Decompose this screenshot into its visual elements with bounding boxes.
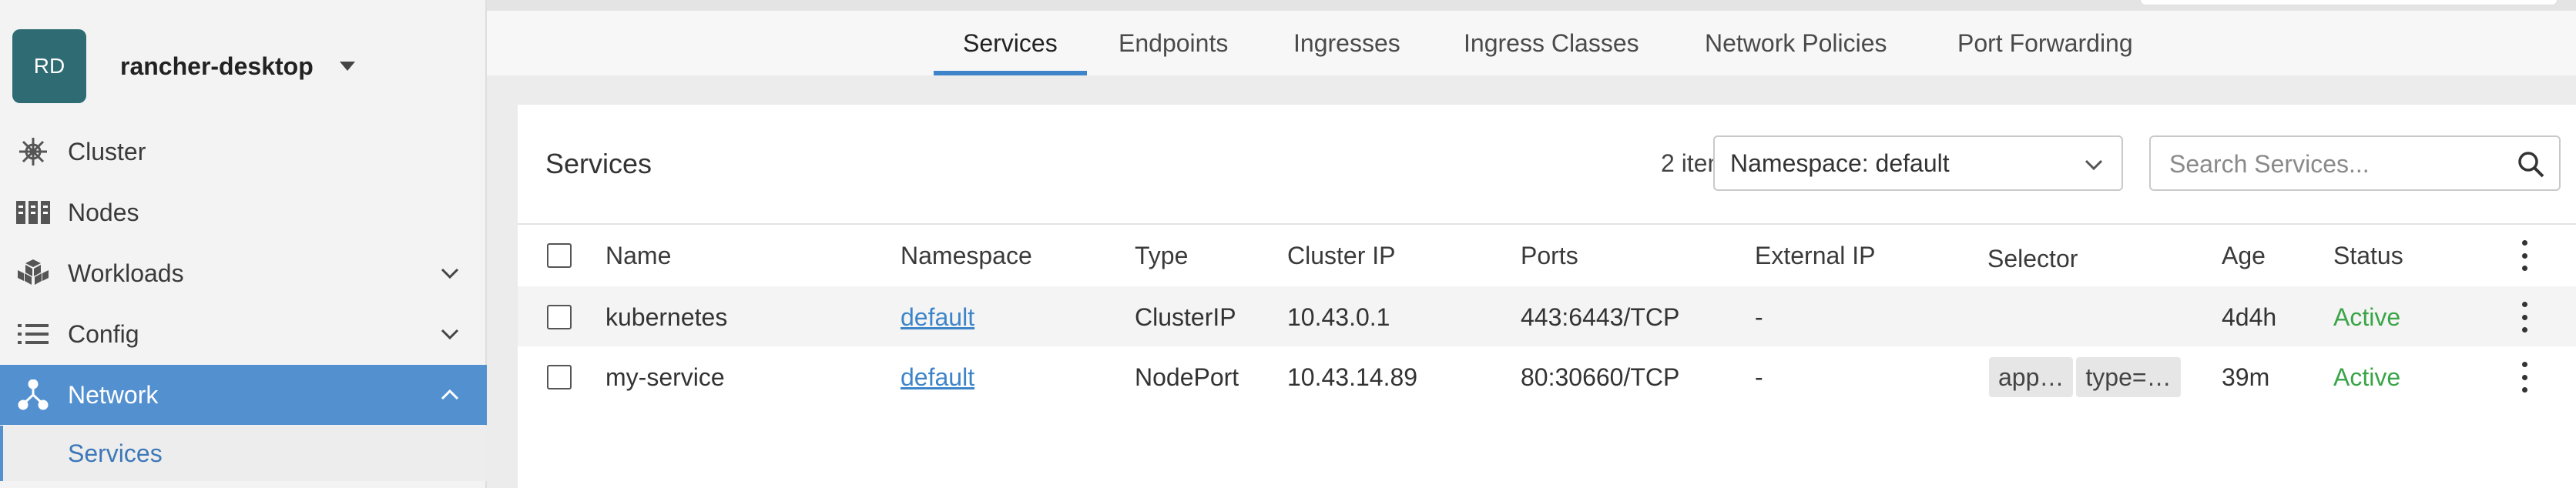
column-header-status[interactable]: Status bbox=[2333, 225, 2403, 286]
select-all-checkbox[interactable] bbox=[547, 243, 572, 268]
helm-wheel-icon bbox=[15, 134, 51, 169]
column-header-ports[interactable]: Ports bbox=[1521, 225, 1578, 286]
row-checkbox[interactable] bbox=[547, 305, 572, 329]
sidebar-subitem-label: Services bbox=[68, 439, 163, 467]
network-icon bbox=[15, 377, 51, 413]
column-header-cluster-ip[interactable]: Cluster IP bbox=[1287, 225, 1395, 286]
service-type: ClusterIP bbox=[1135, 302, 1236, 331]
tab-network-policies[interactable]: Network Policies bbox=[1705, 11, 1887, 75]
selector-tags: app… type=… bbox=[1989, 346, 2184, 408]
caret-down-icon[interactable] bbox=[339, 62, 355, 71]
table-header: Name Namespace Type Cluster IP Ports Ext… bbox=[518, 223, 2576, 285]
tab-ingress-classes[interactable]: Ingress Classes bbox=[1464, 11, 1639, 75]
chevron-down-icon[interactable] bbox=[434, 258, 465, 289]
cluster-switcher[interactable]: RD rancher-desktop bbox=[12, 28, 355, 105]
cubes-icon bbox=[15, 256, 51, 291]
search-box[interactable] bbox=[2149, 135, 2561, 191]
column-header-name[interactable]: Name bbox=[605, 225, 671, 286]
sidebar-item-label: Cluster bbox=[68, 137, 146, 165]
page-title: Services bbox=[545, 148, 652, 179]
sidebar-item-label: Config bbox=[68, 319, 139, 348]
column-header-selector[interactable]: Selector bbox=[1987, 228, 2078, 289]
chevron-up-icon[interactable] bbox=[434, 379, 465, 410]
sidebar-item-workloads[interactable]: Workloads bbox=[0, 243, 487, 303]
namespace-select-value: Namespace: default bbox=[1730, 149, 1950, 177]
service-type: NodePort bbox=[1135, 363, 1239, 391]
sidebar-item-label: Network bbox=[68, 380, 159, 409]
age: 39m bbox=[2222, 363, 2270, 391]
chevron-down-icon[interactable] bbox=[434, 319, 465, 349]
namespace-link[interactable]: default bbox=[901, 286, 974, 348]
namespace-link[interactable]: default bbox=[901, 346, 974, 408]
tab-endpoints[interactable]: Endpoints bbox=[1119, 11, 1228, 75]
list-icon bbox=[15, 316, 51, 352]
row-checkbox[interactable] bbox=[547, 365, 572, 389]
row-actions-kebab-icon[interactable] bbox=[2513, 362, 2536, 393]
external-ip: - bbox=[1755, 302, 1763, 331]
status-badge: Active bbox=[2333, 363, 2401, 391]
cluster-avatar: RD bbox=[12, 29, 86, 103]
sidebar-subitem-services[interactable]: Services bbox=[0, 426, 487, 481]
column-header-age[interactable]: Age bbox=[2222, 225, 2266, 286]
cluster-ip: 10.43.0.1 bbox=[1287, 302, 1390, 331]
row-actions-kebab-icon[interactable] bbox=[2513, 302, 2536, 333]
selector-tag: type=… bbox=[2076, 357, 2181, 397]
table-row[interactable]: kubernetes default ClusterIP 10.43.0.1 4… bbox=[518, 286, 2576, 348]
table-row[interactable]: my-service default NodePort 10.43.14.89 … bbox=[518, 346, 2576, 408]
sidebar: RD rancher-desktop Cluster Nodes Workloa… bbox=[0, 0, 487, 488]
table-actions-kebab-icon[interactable] bbox=[2513, 240, 2536, 271]
sidebar-item-config[interactable]: Config bbox=[0, 304, 487, 364]
ports: 443:6443/TCP bbox=[1521, 302, 1680, 331]
sidebar-item-nodes[interactable]: Nodes bbox=[0, 182, 487, 242]
sidebar-item-label: Workloads bbox=[68, 259, 184, 287]
search-input[interactable] bbox=[2168, 145, 2510, 183]
ports: 80:30660/TCP bbox=[1521, 363, 1680, 391]
top-strip bbox=[487, 0, 2576, 11]
tab-port-forwarding[interactable]: Port Forwarding bbox=[1957, 11, 2133, 75]
chevron-down-icon bbox=[2080, 151, 2108, 179]
top-search-stub[interactable] bbox=[2140, 0, 2558, 5]
cluster-ip: 10.43.14.89 bbox=[1287, 363, 1418, 391]
sidebar-item-cluster[interactable]: Cluster bbox=[0, 122, 487, 182]
status-badge: Active bbox=[2333, 302, 2401, 331]
service-name: my-service bbox=[605, 363, 725, 391]
column-header-type[interactable]: Type bbox=[1135, 225, 1188, 286]
server-rack-icon bbox=[15, 195, 51, 230]
tab-ingresses[interactable]: Ingresses bbox=[1293, 11, 1400, 75]
column-header-namespace[interactable]: Namespace bbox=[901, 225, 1032, 286]
sidebar-item-label: Nodes bbox=[68, 198, 139, 226]
tab-services[interactable]: Services bbox=[934, 11, 1087, 75]
search-icon[interactable] bbox=[2516, 149, 2547, 180]
namespace-select[interactable]: Namespace: default bbox=[1713, 135, 2123, 191]
external-ip: - bbox=[1755, 363, 1763, 391]
tab-bar: Services Endpoints Ingresses Ingress Cla… bbox=[487, 11, 2576, 75]
cluster-name: rancher-desktop bbox=[120, 52, 314, 80]
selector-tag: app… bbox=[1989, 357, 2074, 397]
age: 4d4h bbox=[2222, 302, 2277, 331]
sidebar-item-network[interactable]: Network bbox=[0, 365, 487, 425]
column-header-external-ip[interactable]: External IP bbox=[1755, 225, 1876, 286]
service-name: kubernetes bbox=[605, 302, 728, 331]
